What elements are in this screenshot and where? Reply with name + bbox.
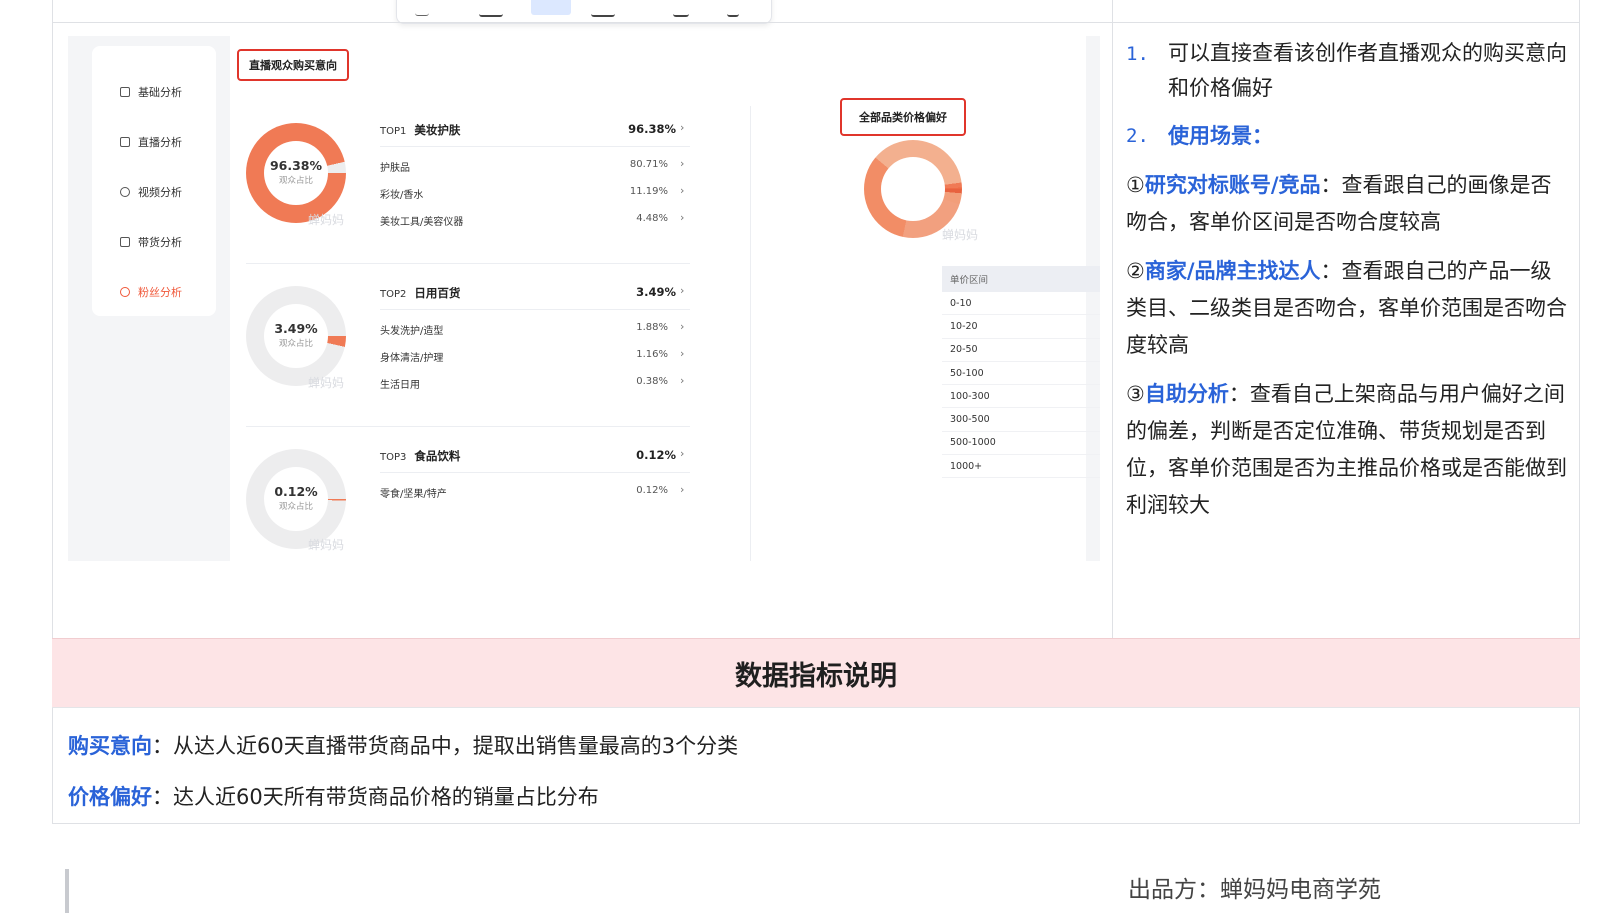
chevron-right-icon[interactable]: › [680,447,684,460]
price-pref-title: 全部品类价格偏好 [840,98,966,136]
divider [380,472,690,473]
note-item: 2. 使用场景： [1126,124,1273,148]
price-table-row: 20-5023.28% [942,339,1100,362]
divider [246,426,690,427]
subcategory-name: 生活日用 [380,380,420,391]
category-donut: 3.49% 观众占比 [246,286,346,386]
chart-icon [120,87,130,97]
category-donut: 0.12% 观众占比 [246,449,346,549]
chevron-right-icon[interactable]: › [680,184,684,197]
subcategory-pct: 11.19% [629,186,668,197]
live-icon [120,137,130,147]
category-pct: 96.38% [628,122,676,136]
price-range: 50-100 [950,367,984,379]
chevron-right-icon[interactable]: › [680,211,684,224]
price-range: 500-1000 [950,437,996,449]
subcategory-pct: 0.38% [636,376,668,387]
watermark: 蝉妈妈 [308,376,345,390]
analysis-sidebar: 基础分析 直播分析 视频分析 带货分析 粉丝分析 [92,46,216,316]
notes-panel: 1. 可以直接查看该创作者直播观众的购买意向和价格偏好 2. 使用场景： ①研究… [1126,36,1572,524]
fans-analysis-panel: 直播观众购买意向 全部品类价格偏好 96.38% 观众占比 蝉妈妈 TOP1 美妆护… [230,36,1100,561]
category-title: TOP3 食品饮料 [380,449,461,463]
price-donut [864,140,962,238]
price-table: 单价区间 占比 0-101.41%10-203.67%20-5023.28%50… [942,266,1100,479]
category-pct: 0.12% [636,448,676,462]
play-icon [120,187,130,197]
nav-item-fans[interactable]: 粉丝分析 [120,284,182,300]
subcategory-pct: 1.16% [636,349,668,360]
divider [246,263,690,264]
subcategory-name: 美妆工具/美容仪器 [380,217,464,228]
watermark: 蝉妈妈 [308,538,345,552]
chevron-right-icon[interactable]: › [680,483,684,496]
footer-credit: 出品方：蝉妈妈电商学苑 [1128,877,1381,903]
price-range: 100-300 [950,390,990,402]
price-table-row: 50-10032.73% [942,362,1100,386]
section-title: 数据指标说明 [52,638,1580,708]
price-table-row: 300-5001.68% [942,408,1100,432]
nav-item-live[interactable]: 直播分析 [120,134,182,150]
watermark: 蝉妈妈 [308,213,345,227]
subcategory-name: 头发洗护/造型 [380,326,444,337]
subcategory-name: 护肤品 [380,163,410,174]
divider [750,106,751,561]
chevron-right-icon[interactable]: › [680,374,684,387]
note-item: 1. 可以直接查看该创作者直播观众的购买意向和价格偏好 [1126,41,1567,100]
category-donut: 96.38% 观众占比 [246,123,346,223]
subcategory-pct: 1.88% [636,322,668,333]
subcategory-name: 身体清洁/护理 [380,353,444,364]
subcategory-name: 零食/坚果/特产 [380,489,447,500]
category-pct: 3.49% [636,285,676,299]
bag-icon [120,237,130,247]
definition-row: 价格偏好：达人近60天所有带货商品价格的销量占比分布 [68,785,599,809]
note-paragraph: ③自助分析：查看自己上架商品与用户偏好之间的偏差，判断是否定位准确、带货规划是否… [1126,382,1567,517]
price-range: 0-10 [950,297,972,309]
divider [380,309,690,310]
subcategory-pct: 80.71% [629,159,668,170]
nav-item-basic[interactable]: 基础分析 [120,84,182,100]
table-row-divider [52,22,1580,23]
price-range: 20-50 [950,344,978,356]
subcategory-name: 彩妆/香水 [380,190,424,201]
subcategory-pct: 4.48% [636,213,668,224]
note-paragraph: ②商家/品牌主找达人：查看跟自己的产品一级类目、二级类目是否吻合，客单价范围是否… [1126,259,1567,357]
quote-bar [65,869,69,913]
chevron-right-icon[interactable]: › [680,347,684,360]
buy-intent-title: 直播观众购买意向 [237,49,349,81]
price-table-row: 0-101.41% [942,292,1100,316]
user-icon [120,287,130,297]
nav-item-goods[interactable]: 带货分析 [120,234,182,250]
subcategory-pct: 0.12% [636,485,668,496]
price-table-row: 10-203.67% [942,315,1100,339]
price-table-row: 1000+0.06% [942,455,1100,479]
price-table-row: 500-10000.38% [942,432,1100,456]
note-paragraph: ①研究对标账号/竞品：查看跟自己的画像是否吻合，客单价区间是否吻合度较高 [1126,173,1552,234]
chevron-right-icon[interactable]: › [680,284,684,297]
embedded-screenshot: 基础分析 直播分析 视频分析 带货分析 粉丝分析 直播观众购买意向 全部品类价格… [68,36,1100,561]
chevron-right-icon[interactable]: › [680,121,684,134]
price-range: 10-20 [950,320,978,332]
price-table-row: 100-30036.8% [942,385,1100,409]
category-title: TOP1 美妆护肤 [380,123,461,137]
chevron-right-icon[interactable]: › [680,157,684,170]
price-range: 300-500 [950,414,990,426]
price-table-header: 单价区间 占比 [942,266,1100,292]
table-column-divider [1112,0,1113,638]
nav-item-video[interactable]: 视频分析 [120,184,182,200]
chevron-right-icon[interactable]: › [680,320,684,333]
price-range: 1000+ [950,460,983,472]
definition-row: 购买意向：从达人近60天直播带货商品中，提取出销售量最高的3个分类 [68,734,739,758]
divider [380,146,690,147]
category-title: TOP2 日用百货 [380,286,461,300]
watermark: 蝉妈妈 [942,228,979,242]
